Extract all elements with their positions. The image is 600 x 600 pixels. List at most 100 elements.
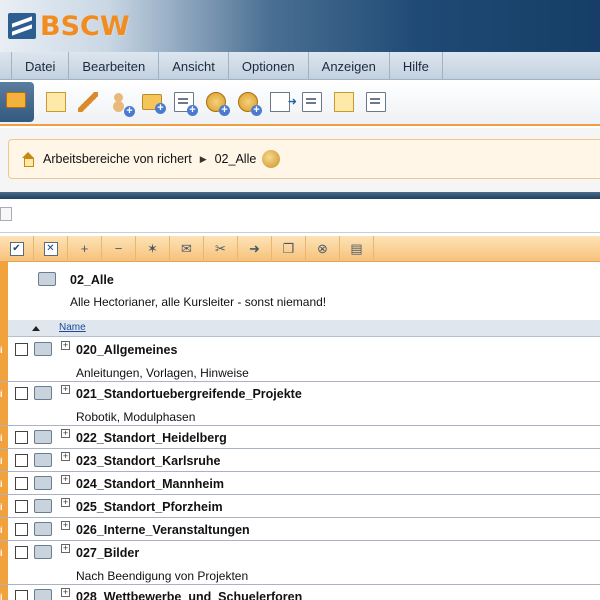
- info-marker-icon[interactable]: [0, 541, 8, 584]
- info-marker-icon[interactable]: [0, 426, 8, 448]
- row-title[interactable]: 024_Standort_Mannheim: [76, 477, 224, 491]
- table-row: + 022_Standort_Heidelberg: [0, 426, 600, 449]
- copy-button[interactable]: ❐: [272, 236, 306, 262]
- folder-icon[interactable]: [34, 476, 52, 490]
- expand-icon[interactable]: +: [61, 341, 70, 350]
- menu-bar: Datei Bearbeiten Ansicht Optionen Anzeig…: [0, 52, 600, 80]
- archive-button[interactable]: ▤: [340, 236, 374, 262]
- zip-icon: ▤: [350, 241, 363, 256]
- folder-icon[interactable]: [34, 522, 52, 536]
- note-icon[interactable]: [366, 92, 386, 112]
- paste-icon[interactable]: [302, 92, 322, 112]
- expand-icon[interactable]: +: [61, 452, 70, 461]
- table-row: + 028_Wettbewerbe_und_Schuelerforen: [0, 585, 600, 600]
- menu-optionen[interactable]: Optionen: [229, 52, 309, 80]
- menu-datei[interactable]: Datei: [12, 52, 70, 80]
- collapse-button[interactable]: −: [102, 236, 136, 262]
- row-title[interactable]: 022_Standort_Heidelberg: [76, 431, 227, 445]
- new-discussion-icon[interactable]: [238, 92, 262, 116]
- folder-description: Alle Hectorianer, alle Kursleiter - sons…: [70, 295, 327, 309]
- new-url-icon[interactable]: [206, 92, 230, 116]
- row-checkbox[interactable]: [15, 431, 28, 444]
- send-mail-button[interactable]: ✉: [170, 236, 204, 262]
- folder-icon[interactable]: [34, 499, 52, 513]
- row-title[interactable]: 027_Bilder: [76, 546, 139, 560]
- folder-icon[interactable]: [34, 386, 52, 400]
- send-to-icon[interactable]: [270, 92, 297, 112]
- row-checkbox[interactable]: [15, 500, 28, 513]
- folder-icon[interactable]: [34, 453, 52, 467]
- expand-icon[interactable]: +: [61, 588, 70, 597]
- info-marker-icon[interactable]: [0, 472, 8, 494]
- new-document-icon[interactable]: [174, 92, 198, 116]
- row-checkbox[interactable]: [15, 477, 28, 490]
- add-member-icon[interactable]: [110, 92, 135, 117]
- table-header: Name: [8, 320, 600, 337]
- home-icon[interactable]: [21, 152, 35, 167]
- folder-list: + 020_Allgemeines Anleitungen, Vorlagen,…: [0, 338, 600, 600]
- bscw-logo[interactable]: BSCW: [8, 10, 130, 42]
- row-title[interactable]: 021_Standortuebergreifende_Projekte: [76, 387, 302, 401]
- expand-icon[interactable]: +: [61, 429, 70, 438]
- open-folder-icon: [6, 92, 26, 108]
- menu-hilfe[interactable]: Hilfe: [390, 52, 443, 80]
- breadcrumb: Arbeitsbereiche von richert ▶ 02_Alle: [8, 139, 600, 179]
- breadcrumb-separator-icon: ▶: [199, 153, 207, 164]
- move-button[interactable]: ➜: [238, 236, 272, 262]
- expand-icon[interactable]: +: [61, 521, 70, 530]
- menu-ansicht[interactable]: Ansicht: [159, 52, 229, 80]
- info-marker-icon[interactable]: [0, 495, 8, 517]
- row-title[interactable]: 025_Standort_Pforzheim: [76, 500, 223, 514]
- info-marker-icon[interactable]: [0, 585, 8, 600]
- row-title[interactable]: 023_Standort_Karlsruhe: [76, 454, 221, 468]
- open-folder-button[interactable]: [0, 82, 34, 122]
- info-marker-icon[interactable]: [0, 338, 8, 381]
- catch-up-button[interactable]: ✶: [136, 236, 170, 262]
- action-toolbar: ✔ ✕ + − ✶ ✉ ✂ ➜ ❐ ⊗ ▤: [0, 236, 600, 262]
- folder-icon[interactable]: [34, 589, 52, 600]
- breadcrumb-item-current[interactable]: 02_Alle: [215, 152, 257, 166]
- folder-icon[interactable]: [34, 430, 52, 444]
- checkbox-cross-icon: ✕: [43, 242, 58, 256]
- expand-icon[interactable]: +: [61, 475, 70, 484]
- edit-icon[interactable]: [78, 92, 98, 112]
- envelope-icon: ✉: [181, 241, 192, 256]
- row-title[interactable]: 026_Interne_Veranstaltungen: [76, 523, 250, 537]
- folder-icon[interactable]: [34, 545, 52, 559]
- breadcrumb-item-home[interactable]: Arbeitsbereiche von richert: [43, 152, 192, 166]
- table-row: + 024_Standort_Mannheim: [0, 472, 600, 495]
- row-checkbox[interactable]: [15, 387, 28, 400]
- row-checkbox[interactable]: [15, 454, 28, 467]
- info-marker-icon[interactable]: [0, 449, 8, 471]
- menu-anzeigen[interactable]: Anzeigen: [309, 52, 390, 80]
- folder-icon[interactable]: [34, 342, 52, 356]
- row-title[interactable]: 020_Allgemeines: [76, 343, 177, 357]
- row-checkbox[interactable]: [15, 546, 28, 559]
- mail-icon[interactable]: [334, 92, 354, 112]
- row-description: Anleitungen, Vorlagen, Hinweise: [76, 366, 249, 380]
- sort-ascending-icon[interactable]: [32, 326, 40, 331]
- deselect-all-button[interactable]: ✕: [34, 236, 68, 262]
- new-folder-icon[interactable]: [142, 94, 166, 114]
- cut-button[interactable]: ✂: [204, 236, 238, 262]
- expand-button[interactable]: +: [68, 236, 102, 262]
- delete-button[interactable]: ⊗: [306, 236, 340, 262]
- row-checkbox[interactable]: [15, 523, 28, 536]
- info-marker-icon[interactable]: [0, 518, 8, 540]
- expand-icon[interactable]: +: [61, 385, 70, 394]
- menu-bearbeiten[interactable]: Bearbeiten: [69, 52, 160, 80]
- sparkle-icon: ✶: [147, 241, 158, 256]
- expand-icon[interactable]: +: [61, 498, 70, 507]
- current-folder-header: 02_Alle Alle Hectorianer, alle Kursleite…: [8, 262, 600, 320]
- scissors-icon: ✂: [215, 241, 226, 256]
- select-all-button[interactable]: ✔: [0, 236, 34, 262]
- shared-workspace-icon: [262, 150, 281, 168]
- info-icon[interactable]: [46, 92, 66, 112]
- expand-icon[interactable]: +: [61, 544, 70, 553]
- move-icon: ➜: [249, 241, 260, 256]
- info-marker-icon[interactable]: [0, 382, 8, 425]
- row-title[interactable]: 028_Wettbewerbe_und_Schuelerforen: [76, 590, 302, 600]
- row-checkbox[interactable]: [15, 590, 28, 600]
- row-checkbox[interactable]: [15, 343, 28, 356]
- column-header-name[interactable]: Name: [59, 322, 86, 333]
